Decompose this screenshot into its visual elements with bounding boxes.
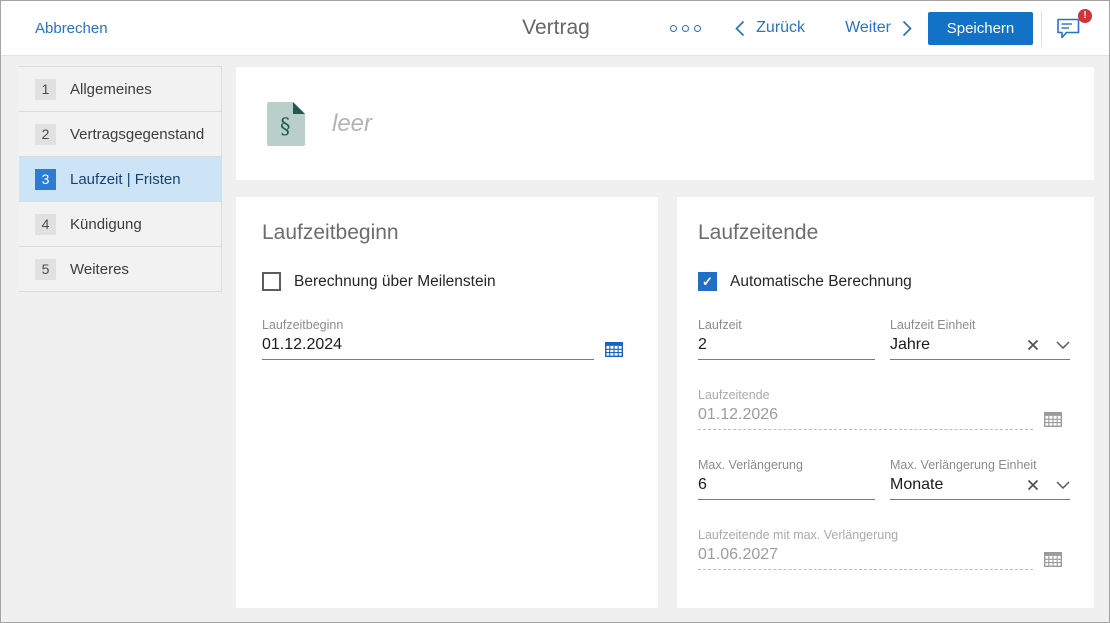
field-label: Laufzeit Einheit: [890, 318, 1070, 332]
sidebar-item-label: Kündigung: [70, 216, 142, 233]
clear-button[interactable]: [1027, 339, 1039, 351]
calendar-icon: [1044, 412, 1062, 427]
calendar-icon: [605, 342, 623, 357]
laufzeit-row: Laufzeit 2 Laufzeit Einheit Jahre: [698, 318, 1074, 360]
laufzeitende-mit-max-verlaengerung-field: Laufzeitende mit max. Verlängerung 01.06…: [698, 528, 1033, 570]
laufzeit-field: Laufzeit 2: [698, 318, 875, 360]
step-number-badge: 3: [35, 169, 56, 190]
clear-icon: [1027, 479, 1039, 491]
laufzeitende-panel: Laufzeitende ✓ Automatische Berechnung L…: [677, 197, 1094, 608]
sidebar-item-vertragsgegenstand[interactable]: 2 Vertragsgegenstand: [19, 112, 221, 157]
clear-icon: [1027, 339, 1039, 351]
max-verlaengerung-row: Max. Verlängerung 6 Max. Verlängerung Ei…: [698, 458, 1074, 500]
laufzeitende-field: Laufzeitende 01.12.2026: [698, 388, 1033, 430]
panel-title: Laufzeitbeginn: [262, 221, 632, 245]
comments-button[interactable]: !: [1049, 11, 1089, 46]
field-label: Laufzeitende mit max. Verlängerung: [698, 528, 1033, 542]
paragraph-glyph: §: [280, 114, 291, 138]
combobox[interactable]: Monate: [890, 476, 1070, 500]
text-input[interactable]: 2: [698, 336, 875, 360]
more-options-icon: [694, 25, 701, 32]
laufzeitende-value: 01.12.2026: [698, 406, 1033, 424]
calendar-picker-button-disabled: [1044, 552, 1062, 567]
automatische-berechnung-checkbox[interactable]: ✓: [698, 272, 717, 291]
text-input[interactable]: 6: [698, 476, 875, 500]
step-number-badge: 5: [35, 259, 56, 280]
field-label: Laufzeitende: [698, 388, 1033, 402]
milestone-checkbox-row: Berechnung über Meilenstein: [262, 272, 632, 291]
cancel-button[interactable]: Abbrechen: [35, 20, 108, 37]
next-button-label: Weiter: [845, 19, 891, 37]
contract-title-placeholder[interactable]: leer: [332, 110, 372, 138]
auto-calculation-checkbox-row: ✓ Automatische Berechnung: [698, 272, 1074, 291]
sidebar-item-allgemeines[interactable]: 1 Allgemeines: [19, 67, 221, 112]
laufzeit-einheit-field: Laufzeit Einheit Jahre: [890, 318, 1070, 360]
main-content: § leer Laufzeitbeginn Berechnung über Me…: [236, 67, 1094, 608]
panels-row: Laufzeitbeginn Berechnung über Meilenste…: [236, 197, 1094, 608]
laufzeitende-max-value: 01.06.2027: [698, 546, 1033, 564]
contract-header-card: § leer: [236, 67, 1094, 180]
max-verlaengerung-einheit-field: Max. Verlängerung Einheit Monate: [890, 458, 1070, 500]
back-button-label: Zurück: [756, 19, 805, 37]
calendar-picker-button-disabled: [1044, 412, 1062, 427]
sidebar-item-label: Laufzeit | Fristen: [70, 171, 181, 188]
laufzeit-einheit-value[interactable]: Jahre: [890, 336, 1027, 354]
clear-button[interactable]: [1027, 479, 1039, 491]
sidebar-item-weiteres[interactable]: 5 Weiteres: [19, 247, 221, 292]
field-label: Laufzeit: [698, 318, 875, 332]
chevron-right-icon: [902, 20, 912, 37]
wizard-steps-sidebar: 1 Allgemeines 2 Vertragsgegenstand 3 Lau…: [19, 66, 222, 292]
checkbox-label: Automatische Berechnung: [730, 273, 912, 291]
chevron-down-icon: [1056, 341, 1070, 349]
sidebar-item-kuendigung[interactable]: 4 Kündigung: [19, 202, 221, 247]
date-input[interactable]: 01.12.2024: [262, 336, 594, 360]
berechnung-ueber-meilenstein-checkbox[interactable]: [262, 272, 281, 291]
paragraph-document-icon: §: [267, 102, 305, 146]
checkbox-label: Berechnung über Meilenstein: [294, 273, 496, 291]
step-number-badge: 2: [35, 124, 56, 145]
laufzeitende-max-field-row: Laufzeitende mit max. Verlängerung 01.06…: [698, 528, 1074, 570]
calendar-icon: [1044, 552, 1062, 567]
sidebar-item-label: Allgemeines: [70, 81, 152, 98]
max-verlaengerung-value[interactable]: 6: [698, 476, 875, 494]
panel-title: Laufzeitende: [698, 221, 1074, 245]
more-options-icon: [682, 25, 689, 32]
dropdown-button[interactable]: [1056, 481, 1070, 489]
topbar: Abbrechen Vertrag Zurück Weiter Speicher…: [1, 1, 1109, 56]
laufzeitbeginn-field-row: Laufzeitbeginn 01.12.2024: [262, 318, 632, 360]
topbar-divider: [1041, 10, 1042, 47]
back-button[interactable]: Zurück: [735, 19, 805, 37]
topbar-actions: Zurück Weiter Speichern !: [666, 10, 1089, 47]
contract-editor-window: Abbrechen Vertrag Zurück Weiter Speicher…: [0, 0, 1110, 623]
step-number-badge: 1: [35, 79, 56, 100]
dropdown-button[interactable]: [1056, 341, 1070, 349]
chevron-down-icon: [1056, 481, 1070, 489]
save-button[interactable]: Speichern: [928, 12, 1033, 45]
field-label: Laufzeitbeginn: [262, 318, 594, 332]
laufzeitbeginn-value[interactable]: 01.12.2024: [262, 336, 594, 354]
date-input-disabled: 01.06.2027: [698, 546, 1033, 570]
field-label: Max. Verlängerung: [698, 458, 875, 472]
step-number-badge: 4: [35, 214, 56, 235]
laufzeitbeginn-panel: Laufzeitbeginn Berechnung über Meilenste…: [236, 197, 658, 608]
checkmark-icon: ✓: [702, 274, 713, 290]
max-verlaengerung-einheit-value[interactable]: Monate: [890, 476, 1027, 494]
chevron-left-icon: [735, 20, 745, 37]
more-options-icon: [670, 25, 677, 32]
sidebar-item-laufzeit-fristen[interactable]: 3 Laufzeit | Fristen: [19, 157, 221, 202]
laufzeitende-field-row: Laufzeitende 01.12.2026: [698, 388, 1074, 430]
more-options-button[interactable]: [666, 21, 705, 36]
field-label: Max. Verlängerung Einheit: [890, 458, 1070, 472]
date-input-disabled: 01.12.2026: [698, 406, 1033, 430]
laufzeitbeginn-field: Laufzeitbeginn 01.12.2024: [262, 318, 594, 360]
max-verlaengerung-field: Max. Verlängerung 6: [698, 458, 875, 500]
calendar-picker-button[interactable]: [605, 342, 623, 357]
laufzeit-value[interactable]: 2: [698, 336, 875, 354]
sidebar-item-label: Vertragsgegenstand: [70, 126, 204, 143]
combobox[interactable]: Jahre: [890, 336, 1070, 360]
next-button[interactable]: Weiter: [845, 19, 912, 37]
notification-badge: !: [1078, 9, 1092, 23]
sidebar-item-label: Weiteres: [70, 261, 129, 278]
